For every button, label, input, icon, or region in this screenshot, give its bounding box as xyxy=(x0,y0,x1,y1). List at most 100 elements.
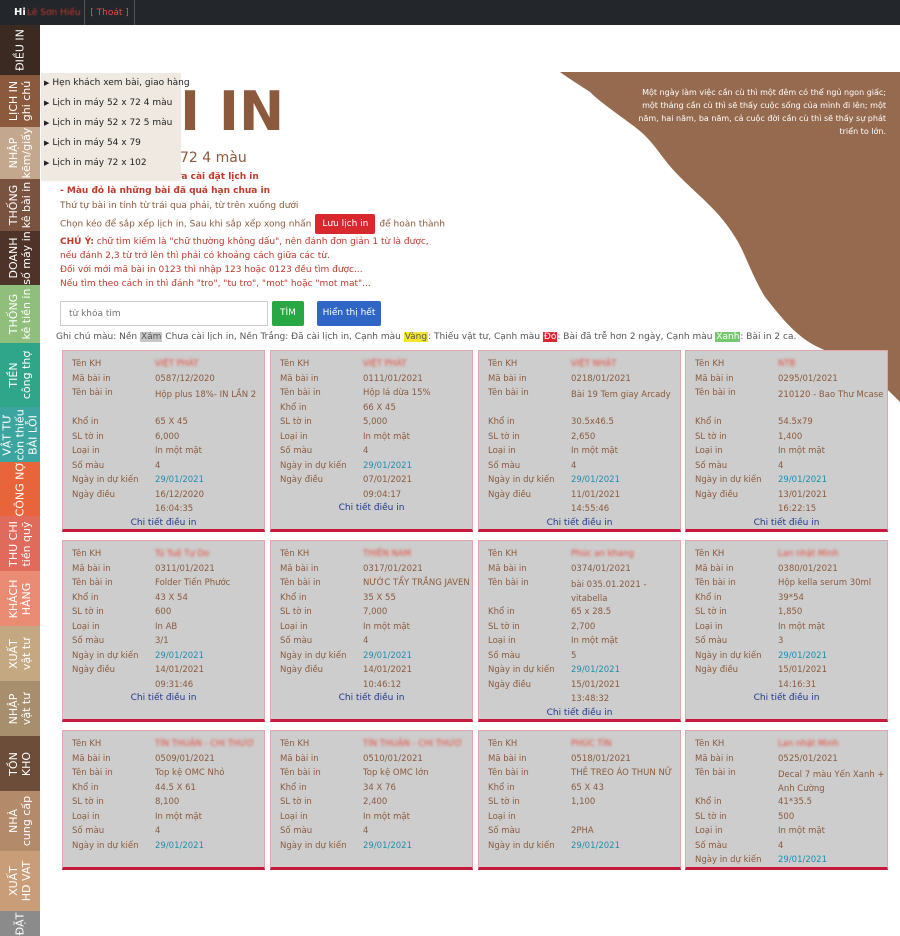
nav-item[interactable]: ĐẶT xyxy=(0,911,40,936)
dropdown-item[interactable]: Lịch in máy 72 x 102 xyxy=(41,153,181,173)
nav-item[interactable]: CÔNG NỢ xyxy=(0,462,40,516)
card-label: Khổ in xyxy=(72,592,99,603)
card-name: 210120 - Bao Thư Mcase xyxy=(778,390,884,400)
nav-item[interactable]: TỒN KHO xyxy=(0,736,40,791)
card-type: In một mặt xyxy=(363,621,410,632)
card-row-expected: Ngày in dự kiến 29/01/2021 xyxy=(63,839,264,854)
card-label: SL tờ in xyxy=(72,431,104,442)
legend-text: Ghi chú màu: Nền xyxy=(56,332,140,342)
card-row-expected: Ngày in dự kiến 29/01/2021 xyxy=(271,459,472,474)
dropdown-item[interactable]: Lịch in máy 54 x 79 xyxy=(41,133,181,153)
card-type: In một mặt xyxy=(778,621,825,632)
legend-gray: Xám xyxy=(139,332,163,342)
job-card[interactable]: Tên KH Lan nhật Minh Mã bài in 0525/01/2021… xyxy=(685,730,888,870)
nav-item-line: NHẬP xyxy=(7,693,20,724)
card-label: Ngày in dự kiến xyxy=(488,665,555,675)
dropdown-item[interactable]: Lịch in máy 52 x 72 4 màu xyxy=(41,93,181,113)
card-label: Ngày điều xyxy=(488,679,532,690)
card-colors: 5 xyxy=(571,650,577,661)
card-row-colors: Số màu 4 xyxy=(271,634,472,649)
detail-link[interactable]: Chi tiết điều in xyxy=(686,518,887,528)
job-card[interactable]: Tên KH Phúc an khang Mã bài in 0374/01/2021… xyxy=(478,540,681,722)
card-row-name: Tên bài in Hộp plus 18%- IN LẦN 2 xyxy=(63,386,264,415)
nav-item[interactable]: THỐNG kê tiền in xyxy=(0,285,40,343)
card-row-colors: Số màu 4 xyxy=(686,839,887,854)
legend-red: Đỏ xyxy=(542,332,558,342)
user-name[interactable]: Lê Sơn Hiếu xyxy=(27,8,81,18)
nav-item[interactable]: XUẤT vật tư xyxy=(0,626,40,681)
nav-item[interactable]: XUẤT HD VAT xyxy=(0,851,40,911)
job-card[interactable]: Tên KH Lan nhật Minh Mã bài in 0380/01/2021… xyxy=(685,540,888,722)
nav-item-label: DOANH số máy in xyxy=(7,231,33,284)
card-type: In một mặt xyxy=(363,431,410,442)
nav-item[interactable]: NHÀ cung cấp xyxy=(0,791,40,851)
nav-item[interactable]: NHẬP kẽm/giấy xyxy=(0,127,40,179)
job-card[interactable]: Tên KH TÍN THUẬN - CHI THƯƠ Mã bài in 0510/… xyxy=(270,730,473,870)
card-size: 65 X 45 xyxy=(155,417,188,427)
logout-button[interactable]: [ Thoát ] xyxy=(84,0,135,25)
nav-item-label: KHÁCH HÀNG xyxy=(7,579,33,618)
card-dispatch: 14/01/2021 xyxy=(363,665,412,675)
card-row-time: 14:16:31 xyxy=(686,678,887,693)
detail-link[interactable]: Chi tiết điều in xyxy=(686,693,887,703)
card-label: Mã bài in xyxy=(280,563,319,574)
card-code: 0317/01/2021 xyxy=(363,563,423,574)
card-row-customer: Tên KH VIỆT PHÁT xyxy=(63,357,264,372)
card-label: Khổ in xyxy=(280,402,307,413)
nav-item[interactable]: TIỀN công thợ xyxy=(0,343,40,407)
card-size: 66 X 45 xyxy=(363,402,396,413)
job-card[interactable]: Tên KH PHÚC TÍN Mã bài in 0518/01/2021 Tên b… xyxy=(478,730,681,870)
greeting: Hi xyxy=(14,7,26,18)
card-label: Mã bài in xyxy=(695,373,734,384)
job-card[interactable]: Tên KH THIÊN NAM Mã bài in 0317/01/2021 Tên … xyxy=(270,540,473,722)
job-card[interactable]: Tên KH Tú Tuệ Tự Do Mã bài in 0311/01/2021 T… xyxy=(62,540,265,722)
card-row-sheets: SL tờ in 1,100 xyxy=(479,795,680,810)
find-button[interactable]: TÌM xyxy=(272,301,304,326)
detail-link[interactable]: Chi tiết điều in xyxy=(271,693,472,703)
detail-link[interactable]: Chi tiết điều in xyxy=(271,503,472,513)
nav-item[interactable]: ĐIỀU IN xyxy=(0,25,40,75)
dropdown-item[interactable]: Hẹn khách xem bài, giao hàng xyxy=(41,73,189,93)
card-row-sheets: SL tờ in 7,000 xyxy=(271,605,472,620)
card-expected: 29/01/2021 xyxy=(363,840,412,851)
job-card[interactable]: Tên KH VIỆT PHÁT Mã bài in 0587/12/2020 Tên … xyxy=(62,350,265,532)
card-row-type: Loại in xyxy=(479,810,680,825)
card-label: Loại in xyxy=(488,636,516,646)
detail-link[interactable]: Chi tiết điều in xyxy=(63,518,264,528)
nav-item[interactable]: KHÁCH HÀNG xyxy=(0,571,40,626)
card-row-code: Mã bài in 0587/12/2020 xyxy=(63,372,264,387)
card-label: Số màu xyxy=(695,636,728,646)
card-label: Ngày in dự kiến xyxy=(488,840,555,851)
nav-item[interactable]: THU CHI tiền quỹ xyxy=(0,516,40,571)
nav-item[interactable]: LỊCH IN ghi chú xyxy=(0,75,40,127)
detail-link[interactable]: Chi tiết điều in xyxy=(63,693,264,703)
dropdown-item[interactable]: Lịch in máy 52 x 72 5 màu xyxy=(41,113,181,133)
card-label: SL tờ in xyxy=(72,607,104,617)
card-customer: Lan nhật Minh xyxy=(778,549,839,559)
card-row-sheets: SL tờ in 2,700 xyxy=(479,620,680,635)
nav-item[interactable]: DOANH số máy in xyxy=(0,231,40,285)
nav-item[interactable]: VẬT TƯ còn thiếu BÀI LỖI xyxy=(0,407,40,462)
nav-item[interactable]: THỐNG kê bài in xyxy=(0,179,40,231)
card-type: In một mặt xyxy=(778,446,825,456)
search-input[interactable] xyxy=(60,301,268,326)
nav-item-line: vật tư xyxy=(20,637,33,670)
show-all-button[interactable]: Hiển thị hết xyxy=(317,301,381,326)
card-sheets: 7,000 xyxy=(363,607,388,617)
card-label: Khổ in xyxy=(280,592,307,603)
detail-link[interactable]: Chi tiết điều in xyxy=(479,518,680,528)
job-card[interactable]: Tên KH VIỆT PHÁT Mã bài in 0111/01/2021 Tên … xyxy=(270,350,473,532)
detail-link[interactable]: Chi tiết điều in xyxy=(479,708,680,718)
job-card[interactable]: Tên KH NTB Mã bài in 0295/01/2021 Tên bài in… xyxy=(685,350,888,532)
card-row-name: Tên bài in Hộp kella serum 30ml xyxy=(686,576,887,591)
card-row-time: 09:31:46 xyxy=(63,678,264,693)
save-schedule-button[interactable]: Lưu lịch in xyxy=(315,214,376,234)
job-card[interactable]: Tên KH TÍN THUẬN - CHI THƯƠ Mã bài in 0509/… xyxy=(62,730,265,870)
card-row-type: Loại in In một mặt xyxy=(686,620,887,635)
card-name: Bài 19 Tem giay Arcady xyxy=(571,390,671,400)
nav-item[interactable]: NHẬP vật tư xyxy=(0,681,40,736)
card-row-size: Khổ in 66 X 45 xyxy=(271,401,472,416)
job-card[interactable]: Tên KH VIỆT NHẬT Mã bài in 0218/01/2021 Tên … xyxy=(478,350,681,532)
card-label: Ngày điều xyxy=(280,475,324,485)
nav-item-label: CÔNG NỢ xyxy=(14,462,27,516)
